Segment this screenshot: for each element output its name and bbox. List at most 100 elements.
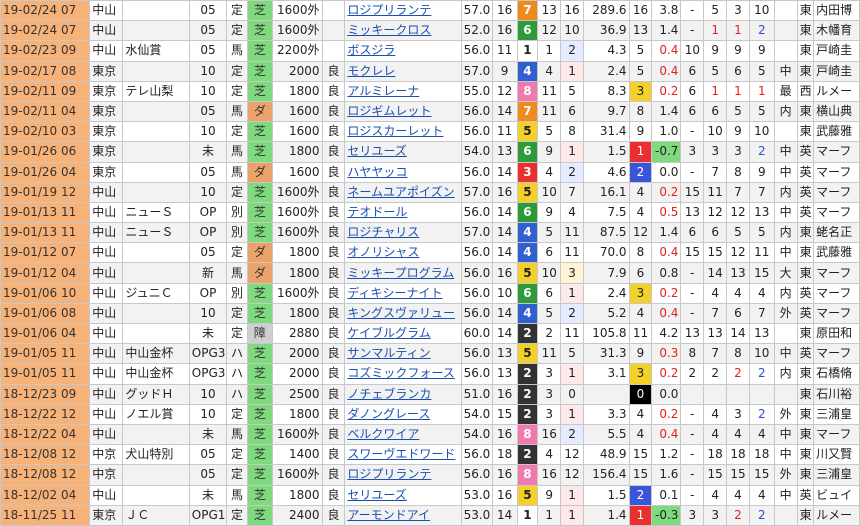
distance: 1800	[271, 403, 323, 425]
table-row[interactable]: 19-01/12 04 中山 新馬ダ 1800 良ミッキープログラム 56.0 16 5 10 3…	[0, 262, 860, 284]
going	[321, 0, 346, 22]
table-row[interactable]: 18-11/25 11 東京 ＪＣ OPG1 定芝 2400 良アーモンドアイ 53.0 14 1…	[0, 504, 860, 526]
table-row[interactable]: 19-02/17 08 東京 10 定芝 2000 良モクレレ 57.0 9 4 4 1 2.4 5 0.…	[0, 60, 860, 82]
horse-name-link[interactable]: モクレレ	[344, 60, 462, 82]
corner-3: 4	[726, 423, 750, 446]
horse-name-link[interactable]: オノリシャス	[344, 242, 462, 264]
horse-name-link[interactable]: ディキシーナイト	[344, 282, 462, 304]
horse-name-link[interactable]: ミッキープログラム	[344, 262, 462, 284]
table-row[interactable]: 19-01/26 06 東京未馬芝 1800 良セリユーズ 54.0 13 6 9 1 1.5 1-…	[0, 141, 860, 163]
horse-name-link[interactable]: ネームユアポイズン	[344, 181, 462, 203]
corner-2: 18	[703, 444, 728, 466]
table-row[interactable]: 19-01/06 10 中山 ジュニＣ OP 別芝 1600外良ディキシーナイト 56.0 1…	[0, 282, 860, 304]
corner-4: 2	[748, 20, 775, 42]
horse-name-link[interactable]: ノチェブランカ	[344, 383, 462, 405]
race-name	[122, 302, 190, 325]
table-row[interactable]: 18-12/22 12 中山 ノエル賞 10 定芝 1800 良ダノングレース 54.0 15 2…	[0, 403, 860, 425]
corner-3: 15	[726, 464, 750, 486]
horse-name-link[interactable]: ロジプリランテ	[344, 464, 462, 486]
surface: 芝	[246, 121, 273, 143]
table-row[interactable]: 19-02/10 03 東京 10 定芝 1600 良ロジスカーレット 56.0 11 5 5 8 3…	[0, 121, 860, 143]
horse-number: 9	[537, 141, 562, 163]
horse-name-link[interactable]: ハヤヤッコ	[344, 161, 462, 183]
jockey: 戸崎圭	[813, 40, 860, 62]
table-row[interactable]: 19-02/24 07 中山 05 定芝 1600外 ロジプリランテ 57.0 16 7 13 16…	[0, 0, 860, 22]
table-row[interactable]: 19-01/06 08 中山 10 定芝 1800 良キングスヴァリュー 56.0 14 4 5 2…	[0, 302, 860, 325]
horse-name-link[interactable]: ロジスカーレット	[344, 121, 462, 143]
table-row[interactable]: 19-01/13 11 中山 ニューＳ OP 別芝 1600外良テオドール 56.0 14 6 9…	[0, 201, 860, 224]
horse-name-link[interactable]: アルミレーナ	[344, 80, 462, 102]
horse-name-link[interactable]: テオドール	[344, 201, 462, 224]
distance: 2000	[271, 343, 323, 365]
horse-name-link[interactable]: ダノングレース	[344, 403, 462, 425]
gate-number: 5	[516, 484, 539, 506]
horse-name-link[interactable]: セリユーズ	[344, 141, 462, 163]
carried-weight: 54.0	[460, 141, 493, 163]
table-row[interactable]: 18-12/08 12 中京 05 定芝 1600外良ロジプリランテ 56.0 16 8 16 1…	[0, 464, 860, 486]
corner-2: 5	[703, 60, 728, 82]
going: 良	[321, 423, 346, 446]
corner-4: 10	[748, 121, 775, 143]
table-row[interactable]: 18-12/08 12 中京 犬山特別 05 定芝 1400 良スワーヴエドワード 56.0 1…	[0, 444, 860, 466]
gate-number: 6	[516, 201, 539, 224]
surface: 芝	[246, 201, 273, 224]
race-date: 19-02/24 07	[0, 0, 91, 22]
surface: 芝	[246, 222, 273, 244]
odds: 4.6	[582, 161, 630, 183]
table-row[interactable]: 19-02/24 07 中山 05 定芝 1600外 ミッキークロス 52.0 16 6 12 10…	[0, 20, 860, 42]
field-size: 13	[491, 141, 518, 163]
horse-name-link[interactable]: ロジプリランテ	[344, 0, 462, 22]
table-row[interactable]: 18-12/22 04 中山未馬芝 1600外良ベルクワイア 54.0 16 8 16 2 5.…	[0, 423, 860, 446]
horse-number: 5	[537, 222, 562, 244]
corner-1: -	[680, 0, 705, 22]
table-row[interactable]: 19-01/12 07 中山 05 定ダ 1800 良オノリシャス 56.0 14 4 6 11 70…	[0, 242, 860, 264]
horse-name-link[interactable]: サンマルティン	[344, 343, 462, 365]
weight-condition: 別	[226, 201, 248, 224]
horse-name-link[interactable]: ミッキークロス	[344, 20, 462, 42]
finish-position: 9	[628, 121, 653, 143]
popularity: 6	[560, 100, 584, 123]
distance: 1600	[271, 161, 323, 183]
time-diff: 0.4	[651, 40, 682, 62]
horse-name-link[interactable]: ケイブルグラム	[344, 322, 462, 345]
table-row[interactable]: 18-12/02 04 中山 未馬芝 1800 良セリユーズ 53.0 16 5 9 1 1.5 2 0…	[0, 484, 860, 506]
jockey: マーフ	[813, 262, 860, 284]
region: 東	[796, 444, 815, 466]
table-row[interactable]: 19-01/05 11 中山 中山金杯 OPG3 ハ芝 2000 良コズミックフォース 56.…	[0, 363, 860, 385]
corner-1: 15	[680, 181, 705, 203]
race-class: 05	[188, 100, 228, 123]
table-row[interactable]: 19-02/23 09 中山 水仙賞 05 馬芝 2200外 ボスジラ 56.0 11 1 1 2 4.…	[0, 40, 860, 62]
corner-2: 15	[703, 464, 728, 486]
horse-name-link[interactable]: アーモンドアイ	[344, 504, 462, 526]
region: 東	[796, 20, 815, 42]
table-row[interactable]: 19-01/05 11 中山 中山金杯 OPG3 ハ芝 2000 良サンマルティン 56.0 1…	[0, 343, 860, 365]
corner-2: 4	[703, 282, 728, 304]
field-size: 9	[491, 60, 518, 82]
horse-name-link[interactable]: ロジチャリス	[344, 222, 462, 244]
horse-name-link[interactable]: ボスジラ	[344, 40, 462, 62]
table-row[interactable]: 18-12/23 09 中山 グッドＨ 10 ハ芝 2500 良ノチェブランカ 51.0 16 2…	[0, 383, 860, 405]
table-row[interactable]: 19-01/06 04 中山未定障 2880 良ケイブルグラム 60.0 14 2 2 11 10…	[0, 322, 860, 345]
horse-name-link[interactable]: セリユーズ	[344, 484, 462, 506]
table-row[interactable]: 19-02/11 09 東京 テレ山梨 10 定芝 1800 良アルミレーナ 55.0 12 8 1…	[0, 80, 860, 102]
table-row[interactable]: 19-01/26 04 東京 05 馬ダ 1600 良ハヤヤッコ 56.0 14 3 4 2 4.6 2…	[0, 161, 860, 183]
horse-name-link[interactable]: ロジギムレット	[344, 100, 462, 123]
corner-1: 2	[680, 363, 705, 385]
popularity: 1	[560, 282, 584, 304]
horse-name-link[interactable]: キングスヴァリュー	[344, 302, 462, 325]
venue: 中山	[89, 242, 124, 264]
corner-1: -	[680, 403, 705, 425]
corner-2: 11	[703, 181, 728, 203]
horse-name-link[interactable]: コズミックフォース	[344, 363, 462, 385]
horse-name-link[interactable]: ベルクワイア	[344, 423, 462, 446]
corner-3: 2	[726, 363, 750, 385]
finish-position: 4	[628, 201, 653, 224]
running-style: 中	[773, 343, 798, 365]
corner-4: 2	[748, 403, 775, 425]
venue: 東京	[89, 504, 124, 526]
table-row[interactable]: 19-01/19 12 中山 10 定芝 1600外良ネームユアポイズン 57.0 16 5 1…	[0, 181, 860, 203]
table-row[interactable]: 19-02/11 04 東京 05 馬ダ 1600 良ロジギムレット 56.0 14 7 11 6 9…	[0, 100, 860, 123]
running-style	[773, 322, 798, 345]
horse-name-link[interactable]: スワーヴエドワード	[344, 444, 462, 466]
table-row[interactable]: 19-01/13 11 中山 ニューＳ OP 別芝 1600外良ロジチャリス 57.0 14 4…	[0, 222, 860, 244]
